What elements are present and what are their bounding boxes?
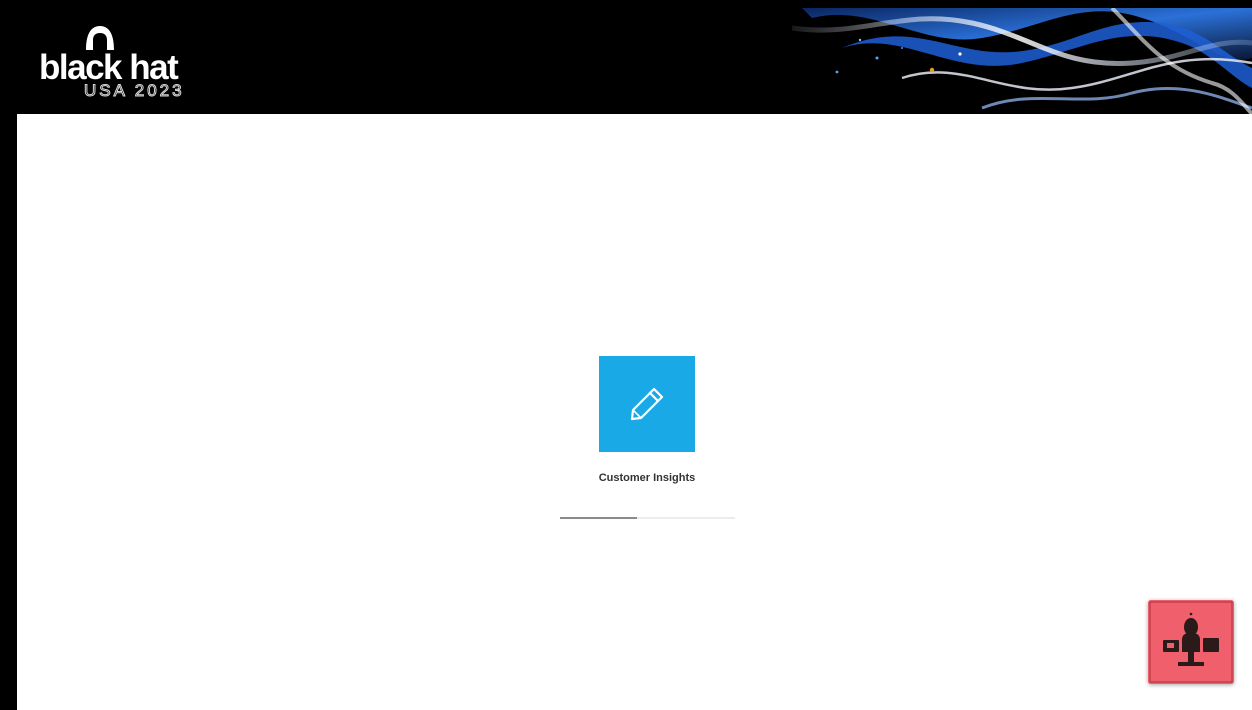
pencil-icon	[630, 387, 664, 421]
loading-progress-bar	[560, 517, 735, 519]
assistant-button[interactable]	[1148, 600, 1234, 684]
loading-progress-fill	[560, 517, 637, 519]
banner-abstract-art	[791, 8, 1252, 114]
logo-subtitle: USA 2023	[84, 81, 185, 100]
event-banner: black hat USA 2023	[17, 8, 1252, 114]
screen: black hat USA 2023 Customer Insights	[0, 0, 1252, 710]
blackhat-logo: black hat USA 2023	[39, 22, 239, 106]
loading-screen: Customer Insights	[17, 114, 1252, 710]
assistant-avatar-icon	[1148, 600, 1234, 684]
app-title: Customer Insights	[598, 472, 696, 484]
logo-wordmark: black hat	[39, 48, 179, 87]
customer-insights-app-tile[interactable]	[599, 356, 695, 452]
